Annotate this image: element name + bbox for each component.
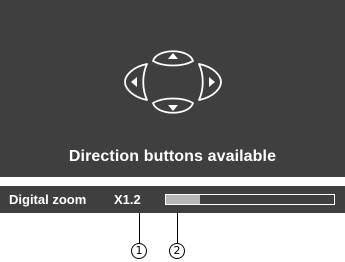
zoom-value: X1.2	[114, 192, 141, 207]
zoom-level-indicator	[165, 194, 335, 205]
callout-line-2	[177, 213, 178, 244]
digital-zoom-bar: Digital zoom X1.2	[0, 186, 345, 213]
callout-line-1	[139, 213, 140, 244]
callout-number-2: 2	[169, 243, 185, 259]
zoom-label: Digital zoom	[9, 192, 87, 207]
callout-number-1: 1	[131, 243, 147, 259]
direction-pad-icon	[117, 43, 229, 121]
osd-panel: Direction buttons available	[0, 0, 345, 177]
callouts: 1 2	[0, 213, 345, 262]
zoom-level-fill	[166, 195, 200, 204]
osd-message: Direction buttons available	[68, 148, 277, 165]
